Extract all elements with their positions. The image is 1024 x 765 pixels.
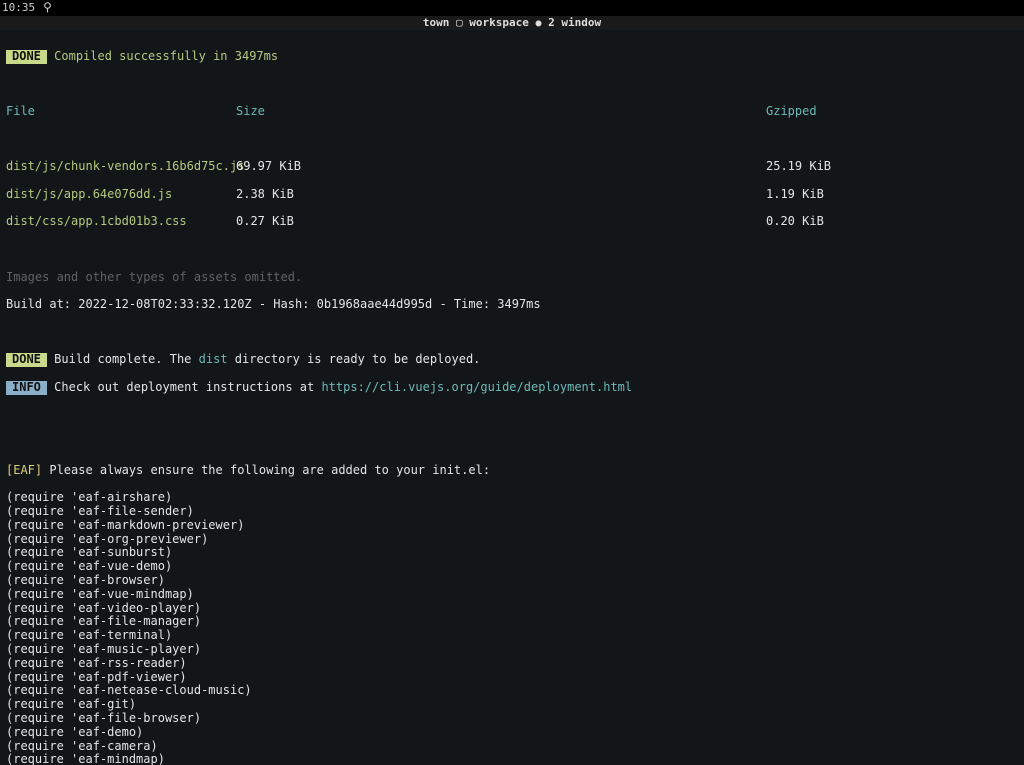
require-line: (require 'eaf-mindmap) bbox=[6, 753, 1018, 765]
eaf-intro: [EAF] Please always ensure the following… bbox=[6, 464, 1018, 478]
info-line: INFO Check out deployment instructions a… bbox=[6, 381, 1018, 395]
require-line: (require 'eaf-vue-demo) bbox=[6, 560, 1018, 574]
bullet-icon: ● bbox=[535, 18, 541, 29]
clock: 10:35 bbox=[2, 2, 35, 15]
table-row: dist/js/chunk-vendors.16b6d75c.js69.97 K… bbox=[6, 160, 1018, 174]
workspace-label: workspace bbox=[469, 16, 529, 29]
col-size: Size bbox=[236, 105, 766, 119]
require-line: (require 'eaf-demo) bbox=[6, 726, 1018, 740]
require-line: (require 'eaf-browser) bbox=[6, 574, 1018, 588]
require-line: (require 'eaf-sunburst) bbox=[6, 546, 1018, 560]
require-line: (require 'eaf-netease-cloud-music) bbox=[6, 684, 1018, 698]
compile-msg: Compiled successfully in 3497ms bbox=[54, 49, 278, 63]
info-badge: INFO bbox=[6, 381, 47, 395]
require-line: (require 'eaf-markdown-previewer) bbox=[6, 519, 1018, 533]
require-line: (require 'eaf-terminal) bbox=[6, 629, 1018, 643]
table-row: dist/js/app.64e076dd.js2.38 KiB1.19 KiB bbox=[6, 188, 1018, 202]
require-line: (require 'eaf-music-player) bbox=[6, 643, 1018, 657]
terminal-output[interactable]: DONE Compiled successfully in 3497ms Fil… bbox=[0, 30, 1024, 765]
compile-status-line: DONE Compiled successfully in 3497ms bbox=[6, 50, 1018, 64]
require-line: (require 'eaf-pdf-viewer) bbox=[6, 671, 1018, 685]
done-badge: DONE bbox=[6, 353, 47, 367]
build-meta: Build at: 2022-12-08T02:33:32.120Z - Has… bbox=[6, 298, 1018, 312]
require-line: (require 'eaf-airshare) bbox=[6, 491, 1018, 505]
require-line: (require 'eaf-git) bbox=[6, 698, 1018, 712]
build-complete-line: DONE Build complete. The dist directory … bbox=[6, 353, 1018, 367]
table-header: FileSizeGzipped bbox=[6, 105, 1018, 119]
require-line: (require 'eaf-org-previewer) bbox=[6, 533, 1018, 547]
require-line: (require 'eaf-rss-reader) bbox=[6, 657, 1018, 671]
col-gzip: Gzipped bbox=[766, 105, 817, 119]
table-row: dist/css/app.1cbd01b3.css0.27 KiB0.20 Ki… bbox=[6, 215, 1018, 229]
system-top-bar: 10:35 ⚲ bbox=[0, 0, 1024, 16]
sep-icon: ▢ bbox=[456, 16, 463, 29]
done-badge: DONE bbox=[6, 50, 47, 64]
assets-omitted: Images and other types of assets omitted… bbox=[6, 271, 1018, 285]
window-info: 2 window bbox=[548, 16, 601, 29]
require-line: (require 'eaf-camera) bbox=[6, 740, 1018, 754]
col-file: File bbox=[6, 105, 236, 119]
require-line: (require 'eaf-vue-mindmap) bbox=[6, 588, 1018, 602]
window-header: town ▢ workspace ● 2 window bbox=[0, 16, 1024, 30]
require-line: (require 'eaf-file-manager) bbox=[6, 615, 1018, 629]
pin-icon: ⚲ bbox=[43, 1, 52, 15]
require-line: (require 'eaf-file-browser) bbox=[6, 712, 1018, 726]
host-label: town bbox=[423, 16, 450, 29]
require-line: (require 'eaf-file-sender) bbox=[6, 505, 1018, 519]
require-line: (require 'eaf-video-player) bbox=[6, 602, 1018, 616]
deploy-url[interactable]: https://cli.vuejs.org/guide/deployment.h… bbox=[321, 380, 632, 394]
